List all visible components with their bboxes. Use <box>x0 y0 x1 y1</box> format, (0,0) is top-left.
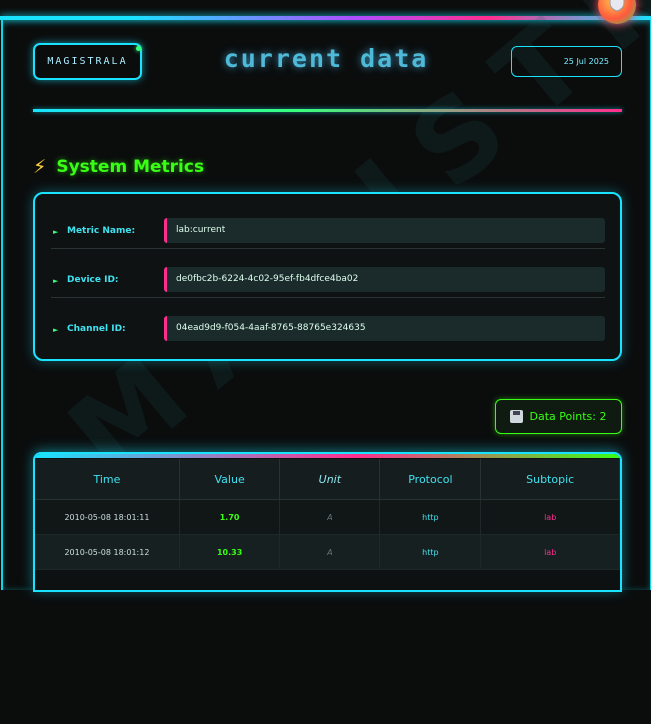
date-display: 25 Jul 2025 <box>511 46 622 77</box>
device-id-value[interactable]: de0fbc2b-6224-4c02-95ef-fb4dfce4ba02 <box>164 267 605 292</box>
cell-protocol: http <box>379 499 482 535</box>
bullet-icon: ► <box>53 326 59 334</box>
cell-unit: A <box>279 534 381 570</box>
page-title: current data <box>223 44 429 73</box>
data-points-badge[interactable]: Data Points: 2 <box>495 399 622 434</box>
metric-label: Channel ID: <box>67 324 126 334</box>
cell-unit: A <box>279 499 381 535</box>
logo-text: MAGISTRALA <box>47 56 128 67</box>
cell-time: 2010-05-08 18:01:11 <box>35 499 180 535</box>
cell-value: 1.70 <box>179 499 281 535</box>
column-header-time[interactable]: Time <box>35 459 180 500</box>
data-table-container: Time Value Unit Protocol Subtopic 2010-0… <box>33 452 622 592</box>
column-header-unit[interactable]: Unit <box>279 459 381 500</box>
status-dot <box>136 46 141 51</box>
cell-protocol: http <box>379 534 482 570</box>
column-header-protocol[interactable]: Protocol <box>379 459 482 500</box>
column-header-subtopic[interactable]: Subtopic <box>480 459 620 500</box>
logo[interactable]: MAGISTRALA <box>33 43 142 80</box>
divider <box>51 297 605 298</box>
column-header-value[interactable]: Value <box>179 459 281 500</box>
data-points-label: Data Points: 2 <box>529 410 607 423</box>
metric-name-value[interactable]: lab:current <box>164 218 605 243</box>
table-accent-bar <box>35 454 620 458</box>
cell-subtopic: lab <box>480 499 620 535</box>
metric-label: Device ID: <box>67 275 119 285</box>
data-table: Time Value Unit Protocol Subtopic 2010-0… <box>35 459 620 570</box>
bullet-icon: ► <box>53 277 59 285</box>
table-row[interactable]: 2010-05-08 18:01:12 10.33 A http lab <box>35 534 620 570</box>
metrics-card: ► Metric Name: lab:current ► Device ID: … <box>33 192 622 361</box>
cell-value: 10.33 <box>179 534 281 570</box>
floppy-disk-icon <box>510 410 524 423</box>
metric-row-device: ► Device ID: de0fbc2b-6224-4c02-95ef-fb4… <box>51 261 607 309</box>
metric-row-name: ► Metric Name: lab:current <box>51 212 607 260</box>
metric-label: Metric Name: <box>67 226 136 236</box>
divider <box>51 248 605 249</box>
cell-time: 2010-05-08 18:01:12 <box>35 534 180 570</box>
metric-row-channel: ► Channel ID: 04ead9d9-f054-4aaf-8765-88… <box>51 310 607 358</box>
header-divider <box>33 109 622 112</box>
cell-subtopic: lab <box>480 534 620 570</box>
section-title: System Metrics <box>56 157 205 177</box>
section-header: ⚡ System Metrics <box>33 155 204 179</box>
table-row[interactable]: 2010-05-08 18:01:11 1.70 A http lab <box>35 499 620 535</box>
shield-icon <box>609 0 625 12</box>
table-header-row: Time Value Unit Protocol Subtopic <box>35 459 620 500</box>
bullet-icon: ► <box>53 228 59 236</box>
bolt-icon: ⚡ <box>33 156 47 178</box>
channel-id-value[interactable]: 04ead9d9-f054-4aaf-8765-88765e324635 <box>164 316 605 341</box>
